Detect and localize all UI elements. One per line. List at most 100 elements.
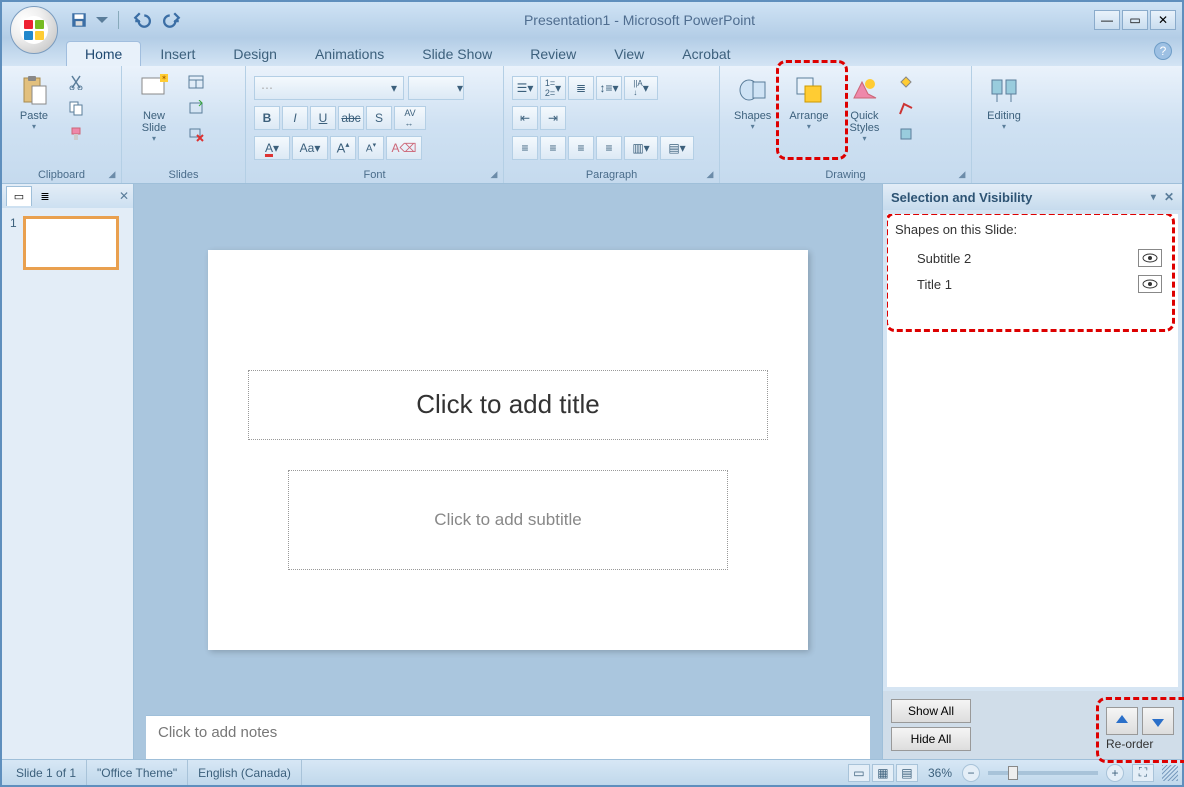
grow-font-button[interactable]: A▴ [330,136,356,160]
new-slide-button[interactable]: ✶ New Slide ▾ [130,70,178,147]
office-button[interactable] [10,6,58,54]
redo-icon[interactable] [159,8,185,32]
slides-group-label: Slides [130,167,237,183]
align-left-button[interactable]: ≡ [512,136,538,160]
decrease-indent-button[interactable]: ⇤ [512,106,538,130]
font-name-combo[interactable]: ⋯▾ [254,76,404,100]
strikethrough-button[interactable]: abc [338,106,364,130]
tab-view[interactable]: View [595,41,663,66]
bullets-button[interactable]: ☰▾ [512,76,538,100]
zoom-thumb[interactable] [1008,766,1018,780]
editing-button[interactable]: Editing ▾ [980,70,1028,135]
subtitle-placeholder[interactable]: Click to add subtitle [288,470,728,570]
zoom-out-button[interactable]: − [962,764,980,782]
smartart-button[interactable]: ▤▾ [660,136,694,160]
shape-effects-icon[interactable] [894,122,918,146]
save-icon[interactable] [66,8,92,32]
tab-acrobat[interactable]: Acrobat [663,41,749,66]
slides-tab-icon[interactable]: ▭ [6,186,32,206]
visibility-toggle-icon[interactable] [1138,275,1162,293]
dropdown-arrow-icon: ▾ [807,122,811,131]
line-spacing-button[interactable]: ↕≡▾ [596,76,622,100]
qat-dropdown-icon[interactable] [96,8,108,32]
align-center-button[interactable]: ≡ [540,136,566,160]
font-dialog-launcher[interactable]: ◢ [487,167,501,181]
font-color-button[interactable]: A▾ [254,136,290,160]
reorder-up-button[interactable] [1106,707,1138,735]
restore-button[interactable]: ▭ [1122,10,1148,30]
sorter-view-icon[interactable]: ▦ [872,764,894,782]
slide-indicator[interactable]: Slide 1 of 1 [6,760,87,785]
shape-outline-icon[interactable] [894,96,918,120]
align-right-button[interactable]: ≡ [568,136,594,160]
char-spacing-button[interactable]: AV↔ [394,106,426,130]
copy-icon[interactable] [64,96,88,120]
notes-pane[interactable]: Click to add notes [146,715,870,759]
zoom-slider[interactable] [988,771,1098,775]
pane-dropdown-icon[interactable]: ▾ [1151,192,1156,203]
paste-button[interactable]: Paste ▾ [10,70,58,135]
list-level-button[interactable]: ≣ [568,76,594,100]
visibility-toggle-icon[interactable] [1138,249,1162,267]
clipboard-dialog-launcher[interactable]: ◢ [105,167,119,181]
arrange-button[interactable]: Arrange ▾ [783,70,834,135]
italic-button[interactable]: I [282,106,308,130]
shape-item[interactable]: Subtitle 2 [895,245,1170,271]
tab-home[interactable]: Home [66,41,141,66]
minimize-button[interactable]: — [1094,10,1120,30]
layout-icon[interactable] [184,70,208,94]
outline-tab-icon[interactable]: ≣ [32,186,58,206]
tab-slideshow[interactable]: Slide Show [403,41,511,66]
thumbnail-row[interactable]: 1 [10,216,125,270]
text-direction-button[interactable]: ||A↓▾ [624,76,658,100]
delete-slide-icon[interactable] [184,122,208,146]
slide-thumbnail[interactable] [23,216,119,270]
close-button[interactable]: ✕ [1150,10,1176,30]
shadow-button[interactable]: S [366,106,392,130]
shape-fill-icon[interactable] [894,70,918,94]
help-button[interactable]: ? [1154,42,1172,60]
selection-pane-title: Selection and Visibility [891,190,1032,205]
zoom-percent[interactable]: 36% [928,766,952,780]
font-size-combo[interactable]: ▾ [408,76,464,100]
selection-pane: Selection and Visibility ▾ ✕ Shapes on t… [882,184,1182,759]
hide-all-button[interactable]: Hide All [891,727,971,751]
drawing-group-label: Drawing [728,167,963,183]
shrink-font-button[interactable]: A▾ [358,136,384,160]
reset-icon[interactable] [184,96,208,120]
increase-indent-button[interactable]: ⇥ [540,106,566,130]
tab-insert[interactable]: Insert [141,41,214,66]
paragraph-dialog-launcher[interactable]: ◢ [703,167,717,181]
show-all-button[interactable]: Show All [891,699,971,723]
justify-button[interactable]: ≡ [596,136,622,160]
zoom-in-button[interactable]: + [1106,764,1124,782]
cut-icon[interactable] [64,70,88,94]
panel-close-icon[interactable]: ✕ [119,189,129,203]
title-placeholder[interactable]: Click to add title [248,370,768,440]
numbering-button[interactable]: 1=2=▾ [540,76,566,100]
tab-review[interactable]: Review [511,41,595,66]
resize-grip-icon[interactable] [1162,765,1178,781]
group-drawing: Shapes ▾ Arrange ▾ Quick Styles ▾ [720,66,972,183]
undo-icon[interactable] [129,8,155,32]
shape-item[interactable]: Title 1 [895,271,1170,297]
drawing-dialog-launcher[interactable]: ◢ [955,167,969,181]
underline-button[interactable]: U [310,106,336,130]
pane-close-icon[interactable]: ✕ [1164,190,1174,204]
reorder-down-button[interactable] [1142,707,1174,735]
slide-canvas[interactable]: Click to add title Click to add subtitle [208,250,808,650]
format-painter-icon[interactable] [64,122,88,146]
bold-button[interactable]: B [254,106,280,130]
change-case-button[interactable]: Aa▾ [292,136,328,160]
quick-styles-button[interactable]: Quick Styles ▾ [840,70,888,147]
shapes-button[interactable]: Shapes ▾ [728,70,777,135]
columns-button[interactable]: ▥▾ [624,136,658,160]
slideshow-view-icon[interactable]: ▤ [896,764,918,782]
clear-format-button[interactable]: A⌫ [386,136,422,160]
tab-animations[interactable]: Animations [296,41,403,66]
theme-indicator[interactable]: "Office Theme" [87,760,188,785]
fit-window-icon[interactable]: ⛶ [1132,764,1154,782]
tab-design[interactable]: Design [214,41,296,66]
normal-view-icon[interactable]: ▭ [848,764,870,782]
language-indicator[interactable]: English (Canada) [188,760,302,785]
